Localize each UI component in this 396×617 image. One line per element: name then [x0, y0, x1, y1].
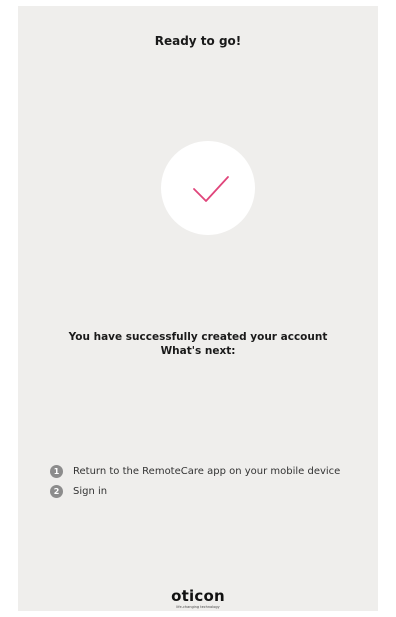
brand-name: oticon [171, 587, 225, 605]
brand-tagline: life-changing technology [176, 605, 220, 609]
step-number-badge: 1 [50, 464, 63, 478]
next-steps-heading: What's next: [160, 345, 236, 357]
brand-logo: oticon life-changing technology [18, 587, 378, 610]
step-number-badge: 2 [50, 484, 63, 498]
success-badge [161, 141, 255, 235]
step-item: 2 Sign in [50, 481, 340, 501]
next-steps-list: 1 Return to the RemoteCare app on your m… [50, 461, 340, 501]
step-item: 1 Return to the RemoteCare app on your m… [50, 461, 340, 481]
checkmark-icon [193, 176, 229, 202]
success-message-line: You have successfully created your accou… [68, 331, 328, 343]
step-text: Return to the RemoteCare app on your mob… [73, 465, 341, 477]
page-title: Ready to go! [154, 34, 242, 48]
app-screen: Ready to go! You have successfully creat… [18, 6, 378, 611]
step-text: Sign in [73, 485, 108, 497]
success-message: You have successfully created your accou… [18, 330, 378, 358]
